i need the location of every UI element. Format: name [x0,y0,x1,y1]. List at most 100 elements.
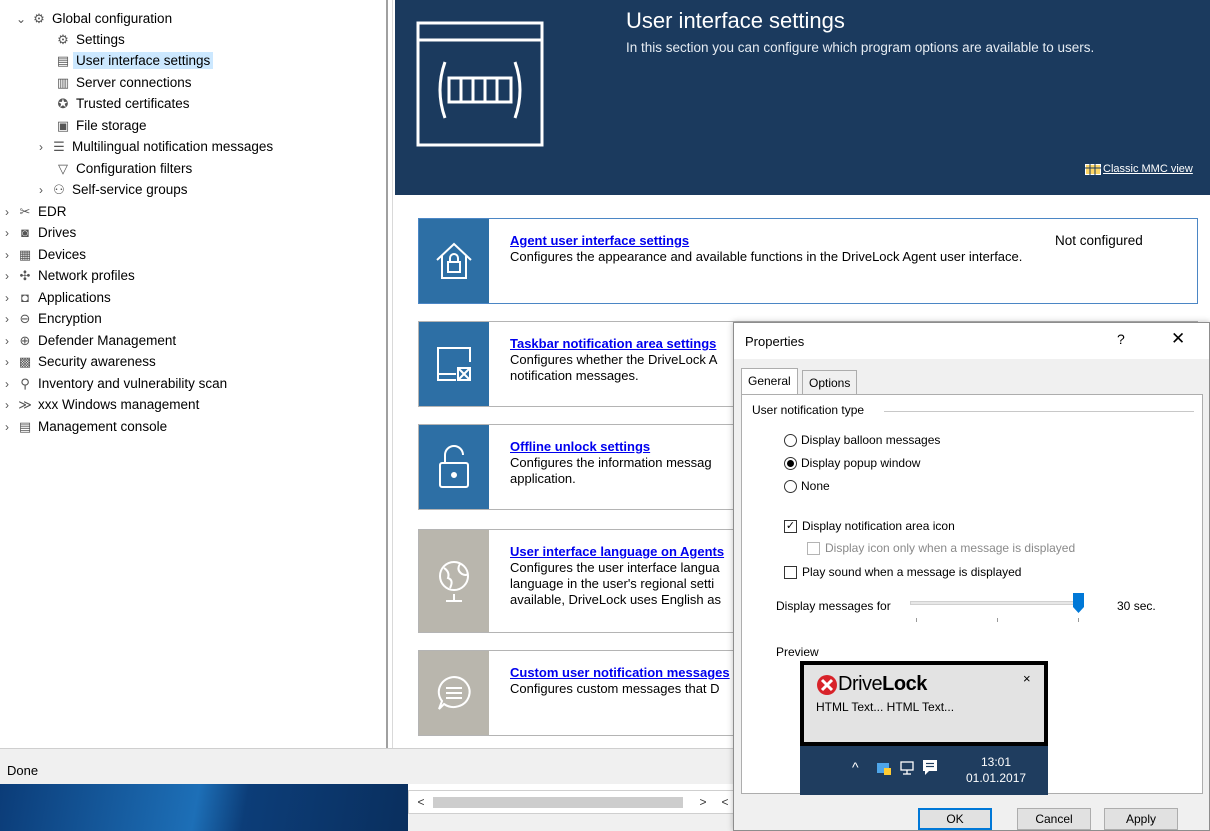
expand-chevron-icon[interactable]: › [34,183,48,197]
page-title: User interface settings [626,8,845,33]
preview-label: Preview [776,645,819,659]
card-description: Configures the user interface langua lan… [510,560,721,607]
preview-text: HTML Text... HTML Text... [816,700,955,714]
group-label: User notification type [752,403,871,417]
preview-close-icon: × [1023,671,1031,686]
tree-item-settings[interactable]: ⚙ Settings [52,29,125,50]
expand-chevron-icon[interactable]: › [0,334,14,348]
expand-chevron-icon[interactable]: › [0,398,14,412]
card-icon-panel [419,530,489,632]
tree-item-label: Defender Management [38,333,177,348]
expand-chevron-icon[interactable]: › [0,312,14,326]
tree-item-label: File storage [76,118,147,133]
checkbox-play-sound[interactable]: Play sound when a message is displayed [784,565,1021,579]
house-lock-icon [436,242,472,279]
network-icon: ✣ [19,267,31,283]
tab-options[interactable]: Options [802,370,858,394]
checkbox-checked[interactable]: ✓ [784,519,797,533]
expand-chevron-icon[interactable]: › [0,226,14,240]
tree-item-windows-management[interactable]: › ≫ xxx Windows management [0,394,199,415]
tree-item-defender-management[interactable]: › ⊕ Defender Management [0,330,176,351]
tree-item-encryption[interactable]: › ⊖ Encryption [0,308,102,329]
radio-display-popup-window[interactable]: Display popup window [784,456,920,470]
tree-item-label: Settings [76,32,125,47]
card-icon-panel [419,425,489,509]
tree-item-user-interface-settings[interactable]: ▤ User interface settings [52,50,214,71]
radio-button-selected[interactable] [784,456,797,470]
devices-icon: ▦ [18,246,32,262]
close-button[interactable]: ✕ [1171,329,1185,349]
expand-chevron-icon[interactable]: › [0,269,14,283]
pane-splitter[interactable] [386,0,388,748]
dialog-titlebar[interactable]: Properties ? ✕ [734,323,1209,359]
windows-management-icon: ≫ [18,396,32,412]
tree-item-edr[interactable]: › ✂ EDR [0,201,67,222]
slider-tick [1078,618,1079,622]
logo-text-lock: Lock [882,673,927,695]
scroll-thumb[interactable] [433,797,683,808]
tree-item-devices[interactable]: › ▦ Devices [0,244,86,265]
slider-value-number: 30 [1117,599,1131,613]
radio-none[interactable]: None [784,479,830,493]
card-title[interactable]: Taskbar notification area settings [510,336,716,351]
tree-item-network-profiles[interactable]: › ✣ Network profiles [0,265,135,286]
tree-item-configuration-filters[interactable]: ▽ Configuration filters [52,158,192,179]
radio-button[interactable] [784,479,797,493]
expand-chevron-icon[interactable]: › [0,205,14,219]
checkbox-label: Play sound when a message is displayed [802,565,1022,579]
tree-item-trusted-certificates[interactable]: ✪ Trusted certificates [52,93,190,114]
tree-item-management-console[interactable]: › ▤ Management console [0,416,167,437]
scroll-right-button[interactable]: > [695,793,711,811]
tree-item-label: Encryption [38,311,102,326]
card-agent-user-interface-settings[interactable]: Agent user interface settings Configures… [418,218,1198,304]
expand-chevron-icon[interactable]: › [0,248,14,262]
tree-item-multilingual-notification-messages[interactable]: › ☰ Multilingual notification messages [34,136,273,157]
ok-button[interactable]: OK [918,808,992,830]
unlock-icon [439,445,469,488]
dialog-title: Properties [745,334,805,349]
expand-chevron-icon[interactable]: › [0,355,14,369]
card-title[interactable]: Custom user notification messages [510,665,730,680]
tree-item-security-awareness[interactable]: › ▩ Security awareness [0,351,156,372]
gear-group-icon: ⚙ [33,10,45,26]
card-title[interactable]: User interface language on Agents [510,544,724,559]
scroll-left-button-2[interactable]: < [717,793,733,811]
checkbox[interactable] [784,565,797,579]
display-duration-slider-track[interactable] [910,601,1080,605]
expand-chevron-icon[interactable]: › [0,420,14,434]
checkbox-display-notification-area-icon[interactable]: ✓ Display notification area icon [784,519,955,533]
tab-general[interactable]: General [741,368,798,395]
tree-item-label: EDR [38,204,67,219]
cancel-button[interactable]: Cancel [1017,808,1091,830]
properties-dialog: Properties ? ✕ General Options User noti… [733,322,1210,831]
expand-chevron-icon[interactable]: › [0,377,14,391]
help-button[interactable]: ? [1117,331,1125,347]
group-icon: ⚇ [53,181,65,197]
radio-display-balloon-messages[interactable]: Display balloon messages [784,433,940,447]
group-divider [884,411,1194,412]
card-title[interactable]: Offline unlock settings [510,439,650,454]
grid-icon [1085,163,1101,175]
taskbar-notification-icon [437,347,471,381]
horizontal-scrollbar[interactable]: < > < [408,790,738,814]
tree-item-label: Network profiles [38,268,135,283]
awareness-icon: ▩ [18,353,32,369]
slider-label: Display messages for [776,599,891,613]
tree-item-applications[interactable]: › ◘ Applications [0,287,111,308]
tree-item-drives[interactable]: › ◙ Drives [0,222,76,243]
expand-chevron-icon[interactable]: ⌄ [14,12,28,26]
expand-chevron-icon[interactable]: › [34,140,48,154]
tree-item-self-service-groups[interactable]: › ⚇ Self-service groups [34,179,188,200]
expand-chevron-icon[interactable]: › [0,291,14,305]
card-status: Not configured [1055,233,1143,248]
card-title[interactable]: Agent user interface settings [510,233,689,248]
tree-item-file-storage[interactable]: ▣ File storage [52,115,147,136]
tree-item-server-connections[interactable]: ▥ Server connections [52,72,192,93]
tree-item-global-configuration[interactable]: ⌄ ⚙ Global configuration [14,8,172,29]
gear-icon: ⚙ [57,31,69,47]
apply-button[interactable]: Apply [1104,808,1178,830]
tree-item-inventory-and-vulnerability-scan[interactable]: › ⚲ Inventory and vulnerability scan [0,373,227,394]
classic-mmc-view-link[interactable]: Classic MMC view [1085,163,1193,175]
radio-button[interactable] [784,433,797,447]
scroll-left-button[interactable]: < [413,793,429,811]
